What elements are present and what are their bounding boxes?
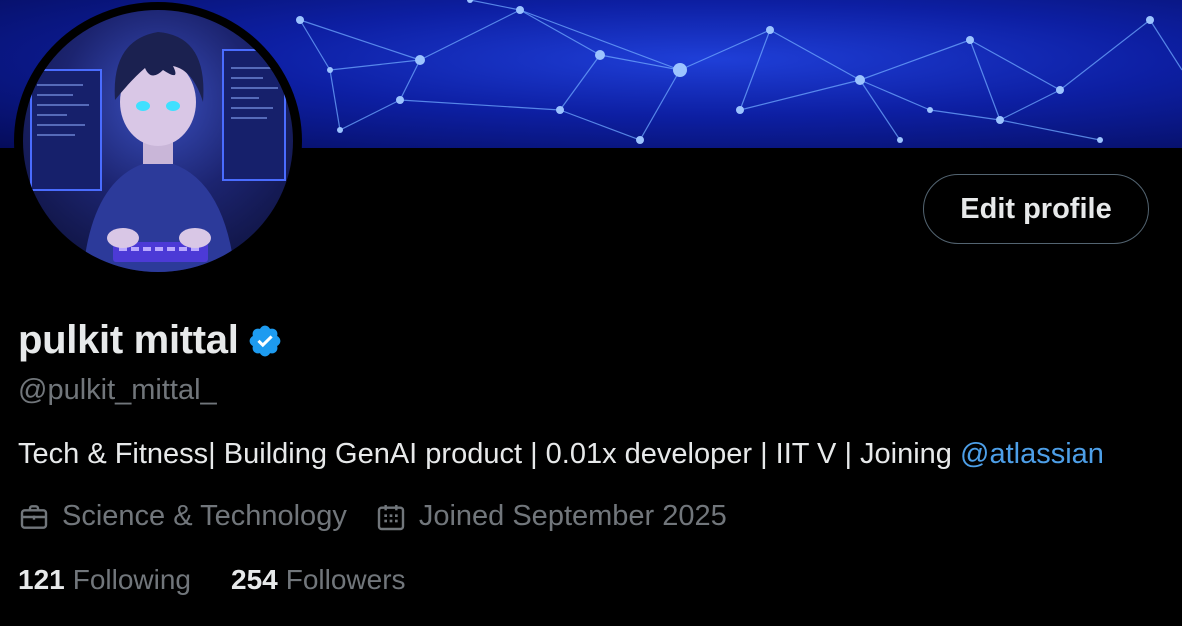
joined-date: Joined September 2025	[418, 500, 727, 532]
following-link[interactable]: 121 Following	[18, 564, 191, 596]
profile-header: Edit profile pulkit mittal @pulkit_mitta…	[0, 0, 1182, 626]
bio-mention-link[interactable]: @atlassian	[960, 438, 1104, 470]
following-count: 121	[18, 564, 65, 595]
display-name: pulkit mittal	[18, 318, 239, 362]
follow-stats: 121 Following 254 Followers	[18, 564, 406, 596]
category-label: Science & Technology	[62, 500, 347, 532]
briefcase-icon	[20, 504, 48, 529]
profile-bio: Tech & Fitness| Building GenAI product |…	[18, 438, 1104, 471]
avatar-image	[23, 10, 293, 272]
category-item: Science & Technology	[18, 500, 347, 533]
followers-link[interactable]: 254 Followers	[231, 564, 406, 596]
profile-avatar[interactable]	[14, 2, 302, 280]
user-handle: @pulkit_mittal_	[18, 374, 217, 406]
bio-text: Tech & Fitness| Building GenAI product |…	[18, 438, 960, 470]
verified-badge-icon[interactable]	[247, 323, 283, 359]
following-label: Following	[72, 564, 191, 595]
followers-count: 254	[231, 564, 278, 595]
name-row: pulkit mittal	[18, 318, 283, 363]
profile-meta: Science & Technology Joined September 20…	[18, 500, 727, 533]
followers-label: Followers	[285, 564, 406, 595]
avatar-illustration	[30, 32, 286, 272]
calendar-icon	[377, 504, 405, 530]
joined-item: Joined September 2025	[375, 500, 727, 533]
edit-profile-button[interactable]: Edit profile	[923, 174, 1149, 244]
